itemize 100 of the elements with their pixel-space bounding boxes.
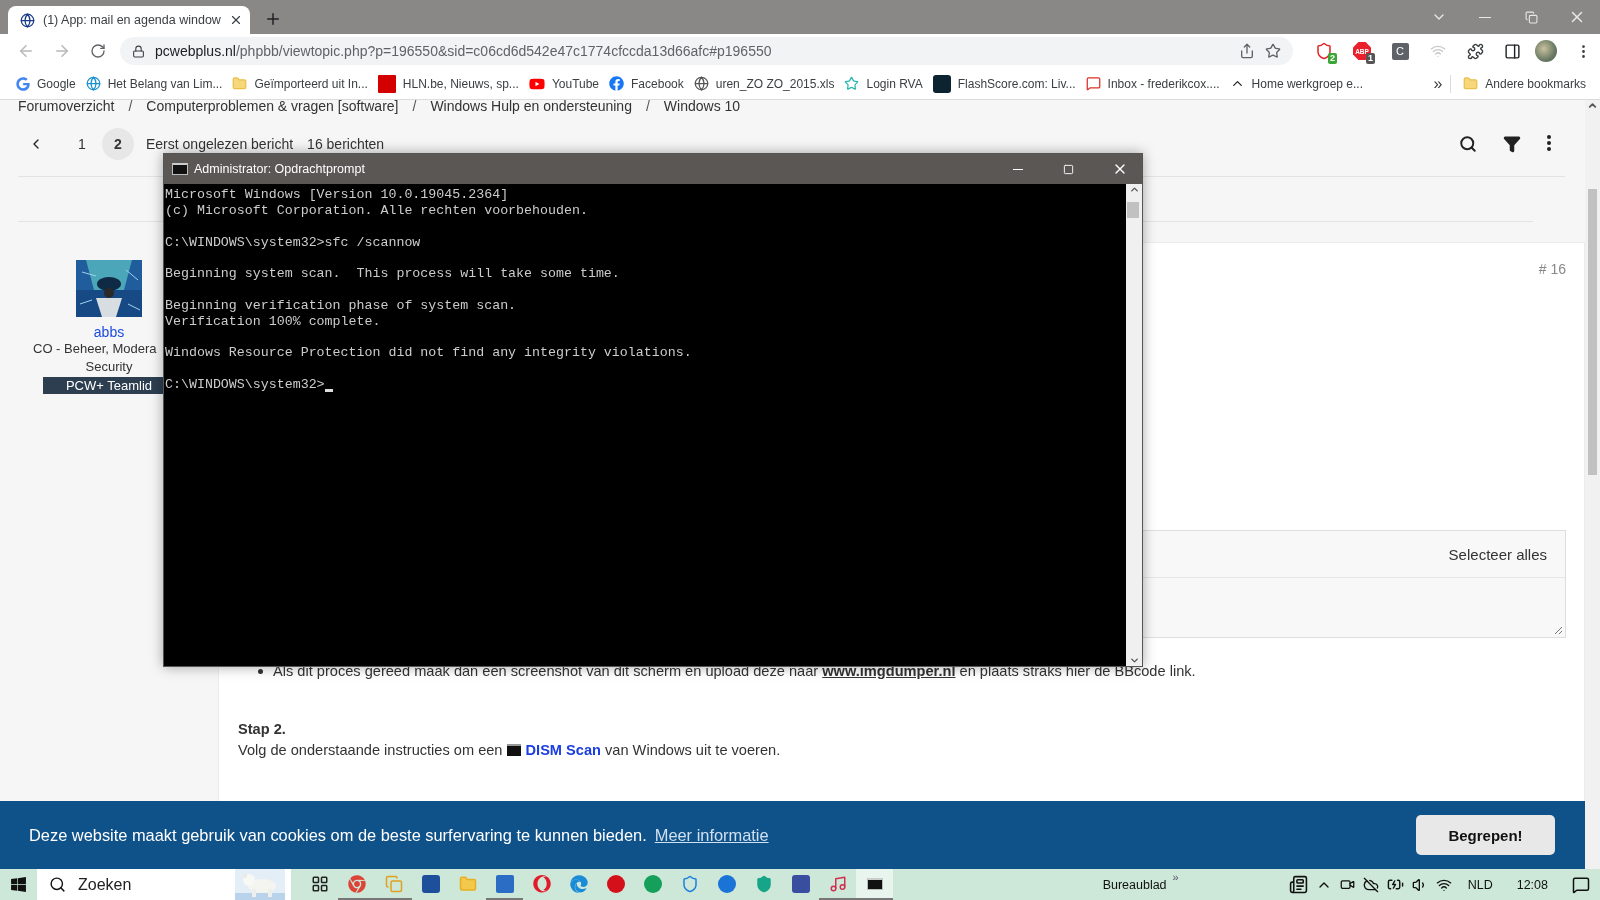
url-path: /phpbb/viewtopic.php?p=196550&sid=c06cd6d542e47c1774cfccda13d66afc#p196550: [235, 43, 772, 59]
extension-icon: [1430, 43, 1446, 59]
author-link[interactable]: abbs: [93, 324, 125, 340]
puzzle-icon[interactable]: [1467, 42, 1484, 60]
accept-button[interactable]: Begrepen!: [1416, 815, 1555, 855]
windows-icon: [10, 876, 27, 893]
social-icon: [609, 76, 625, 91]
count-badge: 1: [1366, 53, 1375, 64]
author-role: CO - Beheer, Modera: [33, 340, 157, 358]
clock[interactable]: 12:08: [1516, 877, 1548, 892]
page-button[interactable]: 2: [102, 128, 134, 160]
breadcrumb-separator: /: [645, 100, 650, 114]
bookmark[interactable]: Het Belang van Lim...: [83, 73, 229, 94]
shield-icon[interactable]: [754, 874, 773, 893]
side-panel-icon[interactable]: [1504, 42, 1521, 60]
scroll-up-icon[interactable]: [1587, 100, 1598, 111]
bookmark[interactable]: FlashScore.com: Liv...: [930, 71, 1082, 96]
camera-icon[interactable]: [1339, 877, 1355, 892]
page-button[interactable]: 1: [66, 128, 98, 160]
console-icon[interactable]: [866, 877, 883, 890]
extension-button[interactable]: C: [1385, 37, 1415, 65]
notification-icon[interactable]: [1572, 875, 1590, 894]
breadcrumb-link[interactable]: Forumoverzicht: [18, 100, 115, 114]
scan-link[interactable]: DISM Scan: [525, 742, 601, 758]
bookmark-folder[interactable]: Andere bookmarks: [1461, 73, 1592, 94]
console-line: (c) Microsoft Corporation. Alle rechten voorbehouden.: [165, 203, 588, 219]
music-icon[interactable]: [828, 874, 847, 893]
browser-icon[interactable]: [532, 874, 551, 893]
bookmark[interactable]: Facebook: [607, 73, 690, 94]
forward-icon: [53, 42, 71, 60]
bullet-icon: [258, 668, 263, 674]
bookmark-label: YouTube: [551, 76, 600, 91]
post-count: 16 berichten: [307, 136, 385, 152]
first-unread-link[interactable]: Eerst ongelezen bericht: [146, 136, 294, 152]
toolbar-more[interactable]: »: [1172, 871, 1179, 883]
bookmark[interactable]: Home werkgroep e...: [1227, 73, 1369, 94]
post-number[interactable]: # 16: [1538, 261, 1566, 277]
cloud-off-icon[interactable]: [1362, 876, 1379, 893]
browser-icon[interactable]: [569, 874, 588, 893]
search-icon: [49, 876, 66, 893]
search-button[interactable]: [1459, 135, 1477, 153]
minimize-icon: [1012, 168, 1023, 170]
scrollbar[interactable]: [1585, 100, 1600, 869]
star-icon[interactable]: [1265, 43, 1281, 59]
bookmark[interactable]: Inbox - frederikcox....: [1083, 73, 1226, 94]
breadcrumb-link[interactable]: Windows 10: [663, 100, 741, 114]
bookmark-label: uren_ZO ZO_2015.xls: [715, 76, 835, 91]
bookmark[interactable]: Google: [14, 73, 82, 94]
console-line: Microsoft Windows [Version 10.0.19045.2364]: [165, 187, 509, 203]
browser-icon[interactable]: [347, 874, 366, 893]
more-button[interactable]: [1547, 135, 1551, 153]
bookmark[interactable]: HLN.be, Nieuws, sp...: [375, 71, 525, 96]
bookmark-label: Facebook: [631, 76, 684, 91]
shield-icon[interactable]: [680, 874, 699, 893]
app-icon[interactable]: [643, 874, 662, 893]
browser-tab[interactable]: (1) App: mail en agenda window: [8, 6, 250, 34]
cookie-text: Deze website maakt gebruik van cookies om de beste surfervaring te kunnen bieden.: [29, 825, 647, 845]
scroll-down-icon[interactable]: [1128, 655, 1140, 666]
console-scrollbar[interactable]: [1126, 184, 1142, 666]
console-line: C:\WINDOWS\system32>sfc /scannow: [165, 234, 421, 251]
bookmark[interactable]: uren_ZO ZO_2015.xls: [691, 73, 841, 94]
bookmark-label: Geïmporteerd uit In...: [254, 76, 368, 91]
language-indicator[interactable]: NLD: [1467, 877, 1493, 892]
share-icon[interactable]: [1239, 43, 1255, 59]
bookmark[interactable]: Login RVA: [842, 73, 929, 94]
breadcrumb-link[interactable]: Computerproblemen & vragen [software]: [146, 100, 399, 114]
filter-button[interactable]: [1503, 135, 1521, 153]
breadcrumb-link[interactable]: Windows Hulp en ondersteuning: [430, 100, 632, 114]
bookmark[interactable]: YouTube: [526, 72, 606, 95]
bookmark-label: Login RVA: [866, 76, 923, 91]
search-field[interactable]: Zoeken: [76, 874, 200, 895]
profile-avatar[interactable]: [1535, 40, 1557, 62]
address-bar[interactable]: pcwebplus.nl/phpbb/viewtopic.php?p=196550&sid=c06cd6d542e47c1774cfccda13d66afc#p196550: [120, 37, 1293, 65]
new-tab-icon[interactable]: [264, 10, 282, 28]
window-title: Administrator: Opdrachtprompt: [194, 162, 365, 176]
taskbar-search-box[interactable]: Zoeken: [37, 869, 291, 900]
select-all-link[interactable]: Selecteer alles: [1448, 545, 1547, 563]
app-icon[interactable]: [791, 874, 810, 893]
app-icon[interactable]: [606, 874, 625, 893]
author-role: Security: [85, 358, 133, 376]
site-link[interactable]: www.imgdumper.nl: [822, 663, 956, 679]
shield-icon: [1315, 42, 1333, 60]
folder-icon: [1463, 76, 1479, 91]
more-bookmarks-button[interactable]: »: [1425, 74, 1452, 93]
scroll-thumb[interactable]: [1127, 202, 1139, 218]
resize-handle-icon[interactable]: [1554, 626, 1563, 635]
back-icon: [17, 42, 35, 60]
task-view-icon[interactable]: [310, 874, 329, 893]
app-icon[interactable]: [717, 874, 736, 893]
taskbar-app[interactable]: [856, 869, 893, 900]
desktop-label[interactable]: Bureaublad: [1102, 877, 1167, 892]
extension-icon: C: [1391, 42, 1409, 60]
more-info-link[interactable]: Meer informatie: [654, 825, 769, 845]
scroll-up-icon[interactable]: [1128, 184, 1140, 195]
bookmark-label: Het Belang van Lim...: [107, 76, 223, 91]
url-host: pcwebplus.nl: [155, 43, 236, 59]
scroll-thumb[interactable]: [1588, 189, 1597, 475]
console-line: Beginning verification phase of system scan.: [165, 297, 517, 314]
console-line: Windows Resource Protection did not find any integrity violations.: [165, 345, 692, 362]
bookmark[interactable]: Geïmporteerd uit In...: [230, 73, 374, 94]
